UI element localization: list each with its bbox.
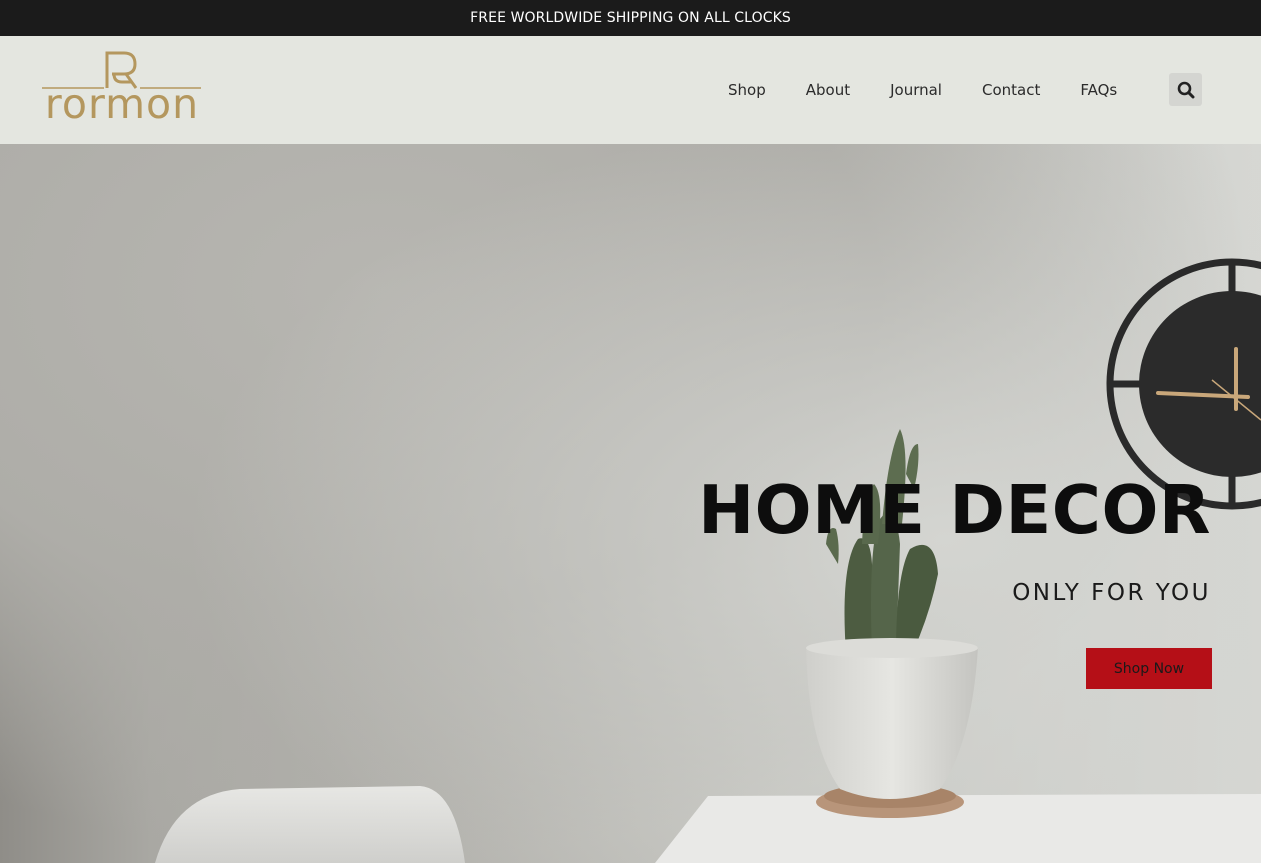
main-nav: Shop About Journal Contact FAQs bbox=[708, 36, 1137, 144]
nav-about[interactable]: About bbox=[786, 81, 870, 99]
nav-journal[interactable]: Journal bbox=[870, 81, 962, 99]
site-header: rormon Shop About Journal Contact FAQs bbox=[0, 36, 1261, 144]
announcement-bar: FREE WORLDWIDE SHIPPING ON ALL CLOCKS bbox=[0, 0, 1261, 36]
hero-banner: HOME DECOR ONLY FOR YOU Shop Now bbox=[0, 144, 1261, 863]
shop-now-button[interactable]: Shop Now bbox=[1086, 648, 1212, 689]
nav-shop[interactable]: Shop bbox=[708, 81, 786, 99]
search-icon bbox=[1177, 81, 1194, 98]
hero-subtitle: ONLY FOR YOU bbox=[1012, 580, 1211, 606]
nav-faqs[interactable]: FAQs bbox=[1060, 81, 1137, 99]
search-button[interactable] bbox=[1169, 73, 1202, 106]
announcement-text: FREE WORLDWIDE SHIPPING ON ALL CLOCKS bbox=[470, 10, 791, 26]
hero-title: HOME DECOR bbox=[698, 471, 1211, 549]
nav-contact[interactable]: Contact bbox=[962, 81, 1060, 99]
brand-logo[interactable]: rormon bbox=[40, 50, 204, 128]
logo-text: rormon bbox=[44, 80, 200, 128]
